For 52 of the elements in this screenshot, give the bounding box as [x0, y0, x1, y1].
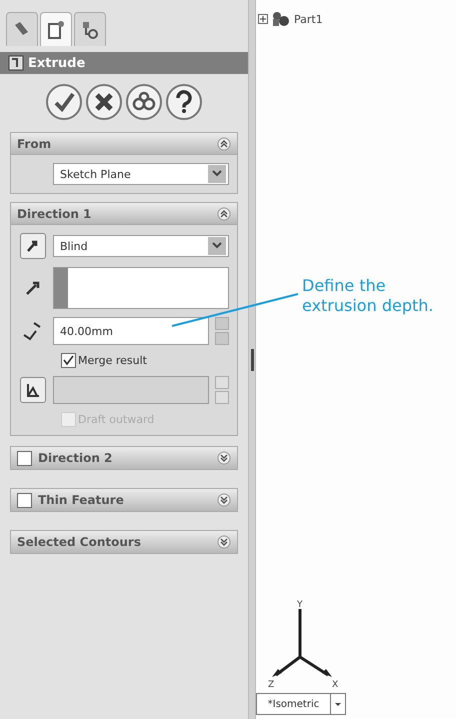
collapse-icon[interactable]	[217, 136, 231, 150]
preview-button[interactable]	[126, 84, 162, 120]
caret-icon	[212, 170, 222, 178]
feature-title: Extrude	[28, 56, 86, 70]
axis-triad-drawing: Y Z X	[262, 597, 352, 689]
group-header[interactable]: Direction 1	[11, 203, 237, 225]
group-title: Direction 2	[38, 451, 114, 465]
group-header[interactable]: Thin Feature	[11, 489, 237, 511]
draft-icon	[25, 382, 41, 398]
close-icon	[93, 91, 115, 113]
configuration-icon	[80, 20, 100, 40]
check-icon	[53, 91, 75, 113]
ok-button[interactable]	[46, 84, 82, 120]
group-title: Thin Feature	[38, 493, 125, 507]
caret-icon	[335, 702, 341, 706]
direction-selection-box[interactable]	[53, 267, 229, 309]
panel-tab[interactable]	[6, 12, 38, 46]
arrow-icon	[25, 280, 41, 296]
merge-result-checkbox[interactable]: Merge result	[61, 353, 229, 368]
expand-icon[interactable]	[217, 451, 231, 465]
panel-tab[interactable]	[74, 12, 106, 46]
expand-icon[interactable]	[217, 493, 231, 507]
property-sheet-icon	[46, 20, 66, 40]
group-header[interactable]: Direction 2	[11, 447, 237, 469]
group-header[interactable]: From	[11, 133, 237, 155]
group-header[interactable]: Selected Contours	[11, 531, 237, 553]
extrude-icon	[8, 55, 24, 71]
group-title: From	[17, 136, 52, 150]
group-title: Selected Contours	[17, 535, 142, 549]
group-checkbox[interactable]	[17, 450, 32, 466]
panel-tab[interactable]	[40, 12, 72, 46]
group-checkbox[interactable]	[17, 492, 32, 508]
glasses-icon	[132, 91, 156, 113]
view-dropdown[interactable]: *Isometric	[256, 693, 346, 715]
draft-angle-field[interactable]	[53, 376, 209, 404]
help-button[interactable]	[166, 84, 202, 120]
depth-field[interactable]: 40.00mm	[53, 317, 209, 345]
collapse-icon[interactable]	[217, 206, 231, 220]
part-icon	[271, 10, 291, 28]
from-dropdown[interactable]: Sketch Plane	[53, 163, 229, 185]
group-title: Direction 1	[17, 206, 92, 220]
callout-text: Define the extrusion depth.	[302, 276, 434, 316]
reverse-direction-button[interactable]	[20, 233, 46, 259]
check-icon	[63, 355, 74, 366]
draft-button[interactable]	[20, 377, 46, 403]
end-condition-dropdown[interactable]: Blind	[53, 235, 229, 257]
expand-icon[interactable]	[217, 535, 231, 549]
splitter-handle-icon[interactable]	[250, 348, 254, 370]
caret-icon	[212, 242, 222, 250]
expand-icon[interactable]	[258, 14, 268, 24]
tree-item[interactable]: Part1	[294, 12, 323, 26]
cancel-button[interactable]	[86, 84, 122, 120]
